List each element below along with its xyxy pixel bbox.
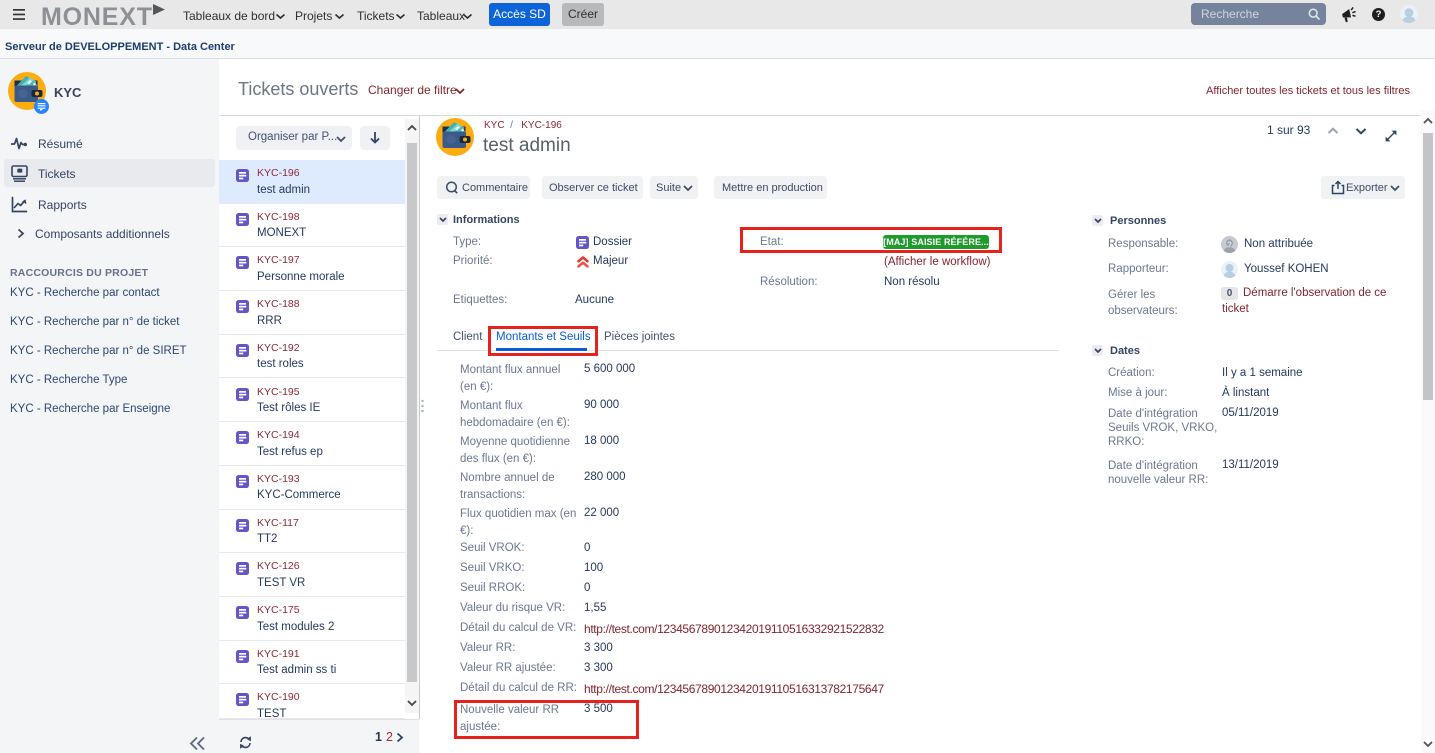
- svg-text:?: ?: [1227, 241, 1232, 250]
- svg-text:MONEXT: MONEXT: [41, 3, 152, 28]
